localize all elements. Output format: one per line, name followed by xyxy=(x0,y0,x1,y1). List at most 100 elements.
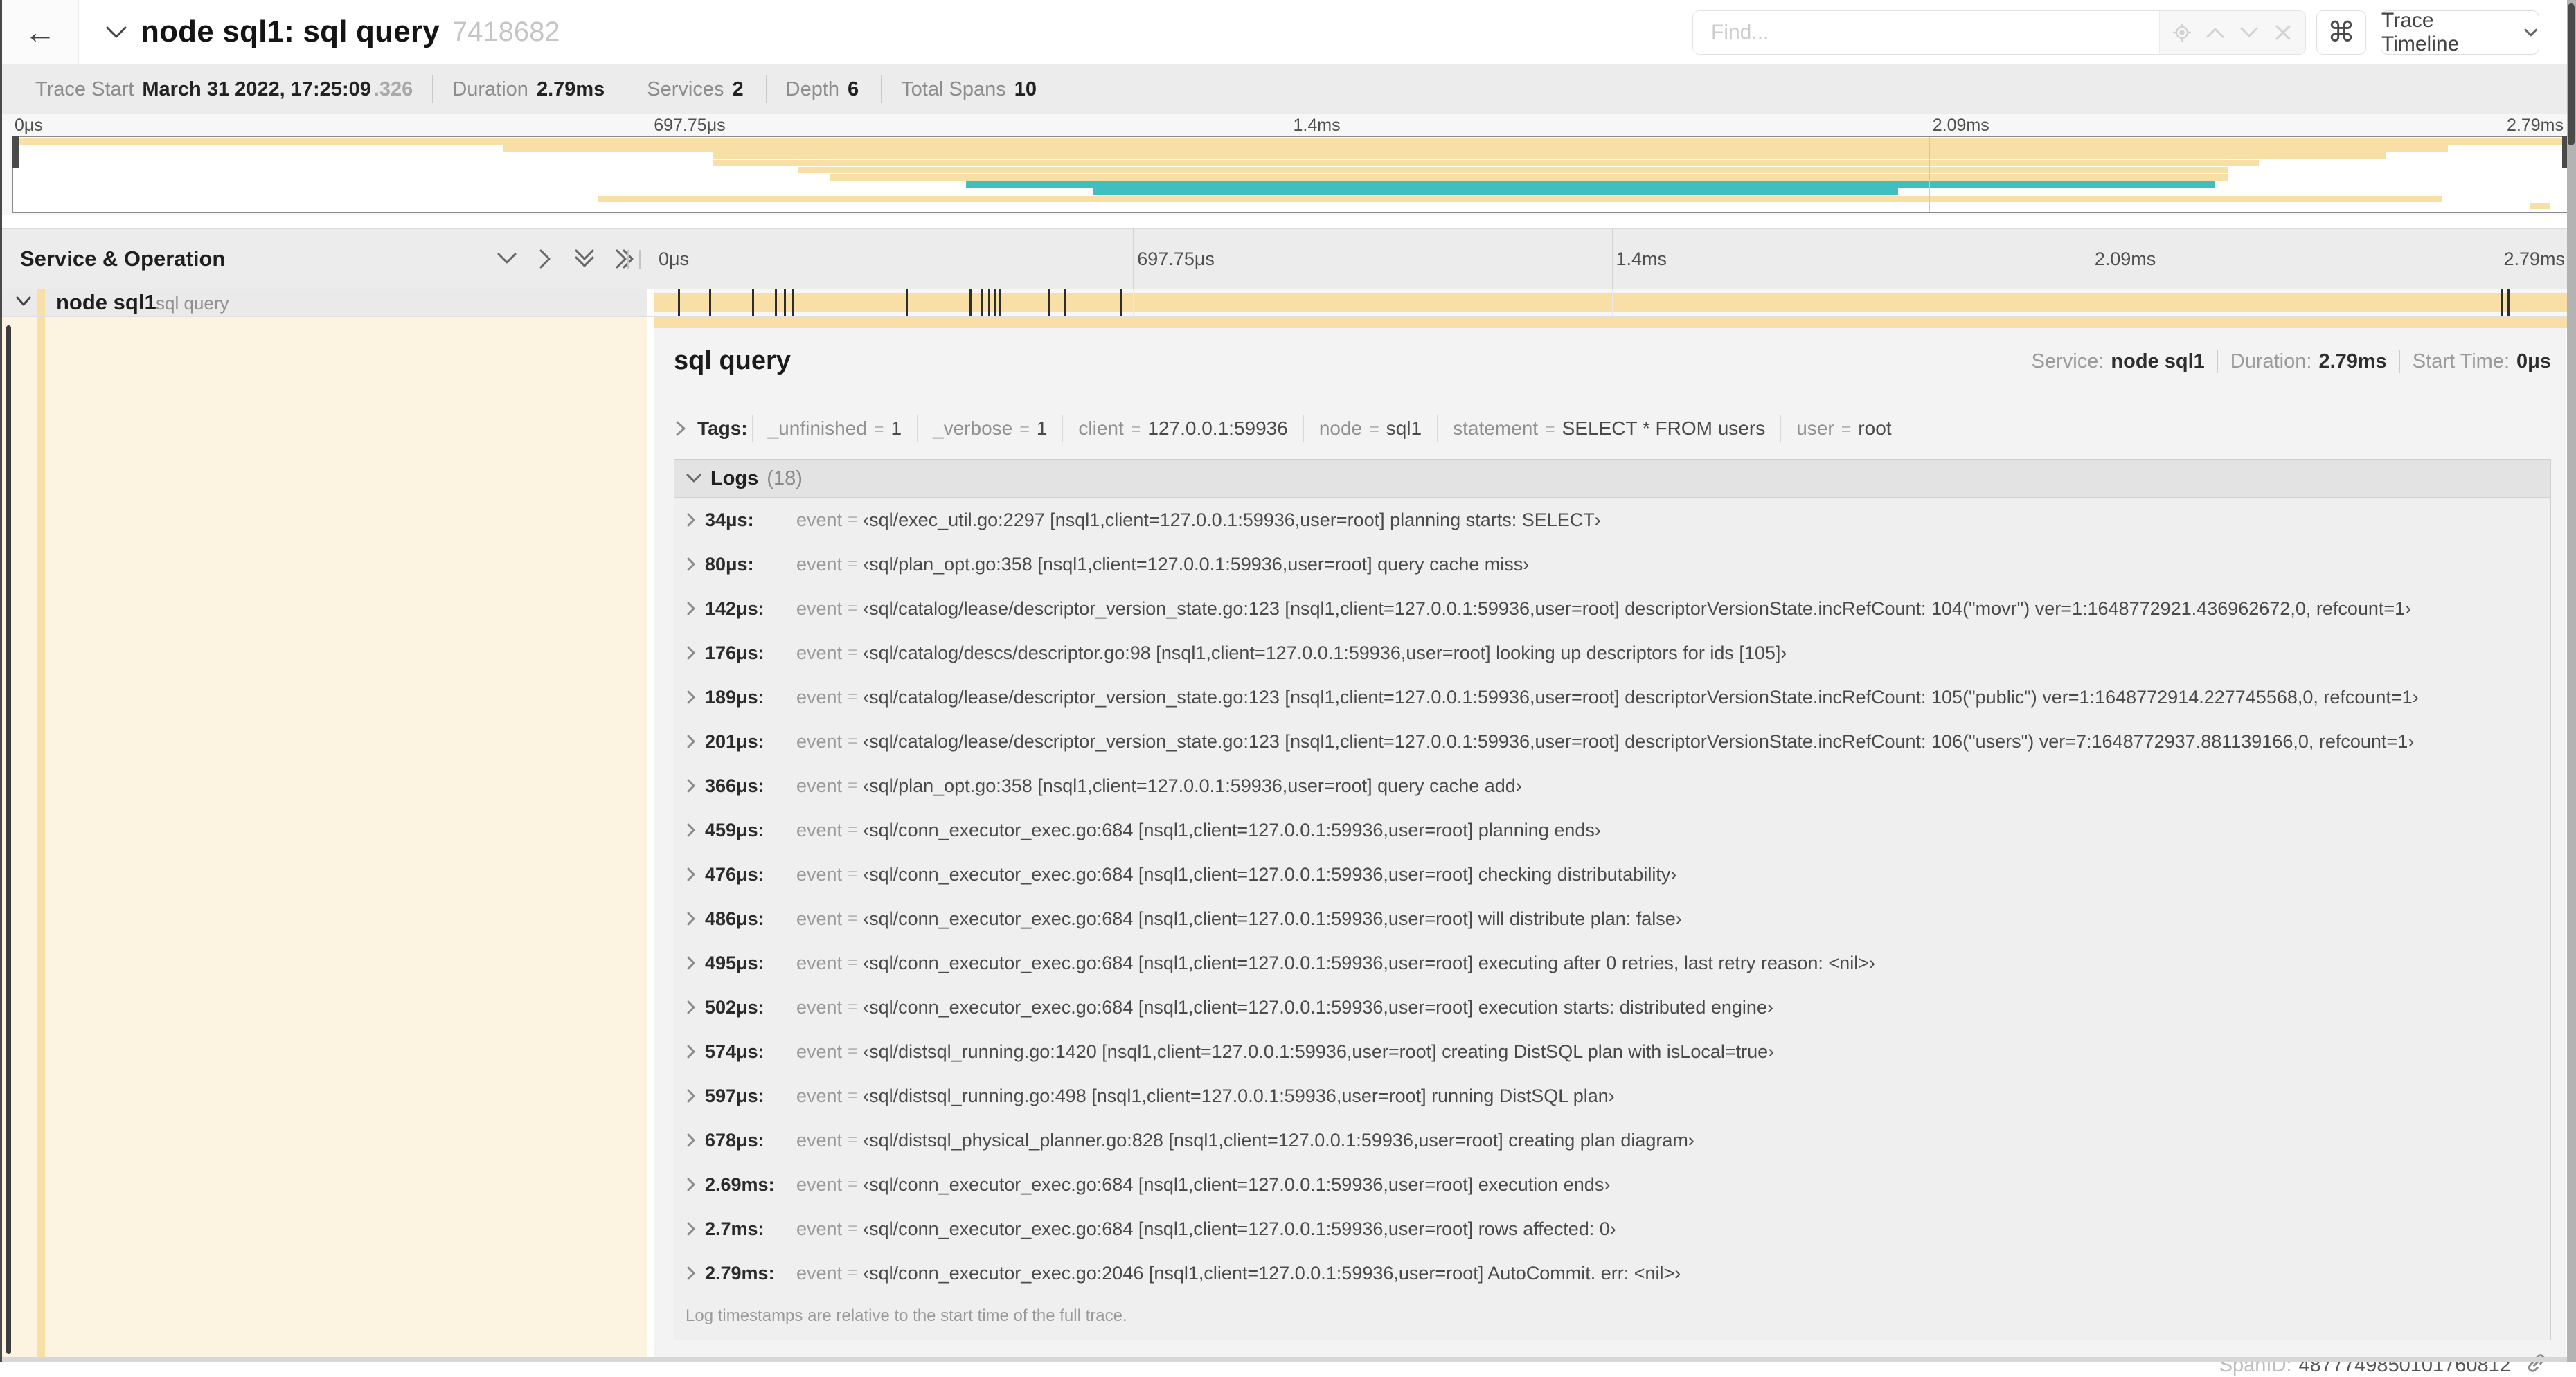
summary-value: 10 xyxy=(1014,78,1037,100)
chevron-right-icon xyxy=(687,823,695,837)
summary-item: Duration 2.79ms xyxy=(432,75,627,103)
log-entry[interactable]: 366μs: event = ‹sql/plan_opt.go:358 [nsq… xyxy=(674,764,2550,808)
summary-value: 6 xyxy=(848,78,859,100)
log-tick xyxy=(1119,289,1122,316)
span-row[interactable]: node sql1 sql query xyxy=(2,289,2576,317)
log-entry[interactable]: 476μs: event = ‹sql/conn_executor_exec.g… xyxy=(674,852,2550,897)
chevron-right-icon xyxy=(687,602,695,615)
log-entry[interactable]: 2.79ms: event = ‹sql/conn_executor_exec.… xyxy=(674,1251,2550,1295)
locate-icon[interactable] xyxy=(2170,21,2194,44)
axis-tick-label: 697.75μs xyxy=(1137,249,1215,269)
expand-one-icon[interactable] xyxy=(537,247,555,271)
collapse-one-icon[interactable] xyxy=(495,250,519,268)
log-field-key: event xyxy=(796,509,843,530)
summary-item: Trace Start March 31 2022, 17:25:09 .326 xyxy=(16,75,432,103)
log-entry[interactable]: 597μs: event = ‹sql/distsql_running.go:4… xyxy=(674,1074,2550,1118)
log-tick xyxy=(709,289,712,316)
log-entry[interactable]: 34μs: event = ‹sql/exec_util.go:2297 [ns… xyxy=(674,498,2550,542)
tag-value: root xyxy=(1858,417,1892,439)
log-field-key: event xyxy=(796,553,843,575)
tag-value: sql1 xyxy=(1386,417,1422,439)
equals-sign: = xyxy=(848,555,858,573)
tag-item: node = sql1 xyxy=(1303,415,1437,442)
log-tick xyxy=(775,289,778,316)
span-row-name-column[interactable]: node sql1 sql query xyxy=(2,289,647,316)
log-tick xyxy=(969,289,972,316)
prev-match-icon[interactable] xyxy=(2203,21,2227,44)
collapse-all-icon[interactable] xyxy=(573,248,596,270)
chevron-right-icon xyxy=(687,646,695,660)
log-entry[interactable]: 574μs: event = ‹sql/distsql_running.go:1… xyxy=(674,1029,2550,1074)
log-entry[interactable]: 2.69ms: event = ‹sql/conn_executor_exec.… xyxy=(674,1162,2550,1207)
log-entry[interactable]: 80μs: event = ‹sql/plan_opt.go:358 [nsql… xyxy=(674,542,2550,586)
summary-label: Services xyxy=(647,78,724,100)
gridline xyxy=(1929,137,1930,212)
log-entry[interactable]: 176μs: event = ‹sql/catalog/descs/descri… xyxy=(674,631,2550,675)
log-field-key: event xyxy=(796,908,843,929)
trace-timeline-page: ← node sql1: sql query 7418682 Find... ⌘… xyxy=(0,0,2576,1376)
log-field-value: ‹sql/exec_util.go:2297 [nsql1,client=127… xyxy=(863,509,1601,530)
tags-row[interactable]: Tags: _unfinished = 1 _verbose = 1 clien… xyxy=(674,415,2551,442)
duration-value: 2.79ms xyxy=(2318,350,2387,372)
clear-search-icon[interactable] xyxy=(2271,21,2295,44)
tag-value: 127.0.0.1:59936 xyxy=(1147,417,1288,439)
deep-link-icon[interactable] xyxy=(2525,1351,2548,1375)
log-entry[interactable]: 486μs: event = ‹sql/conn_executor_exec.g… xyxy=(674,897,2550,941)
timeline-minimap: 0μs 697.75μs 1.4ms 2.09ms 2.79ms xyxy=(2,114,2576,215)
log-timestamp: 189μs: xyxy=(705,686,764,708)
minimap-span-bar xyxy=(2529,203,2550,210)
column-resizer[interactable] xyxy=(627,250,641,269)
gridline xyxy=(1611,289,1613,316)
log-entry[interactable]: 2.7ms: event = ‹sql/conn_executor_exec.g… xyxy=(674,1207,2550,1251)
log-field-key: event xyxy=(796,1129,843,1151)
log-field-value: ‹sql/conn_executor_exec.go:684 [nsql1,cl… xyxy=(863,863,1677,885)
summary-label: Total Spans xyxy=(901,78,1006,100)
chevron-right-icon xyxy=(687,912,695,926)
equals-sign: = xyxy=(848,998,858,1016)
log-entry[interactable]: 502μs: event = ‹sql/conn_executor_exec.g… xyxy=(674,985,2550,1029)
left-scrollbar-thumb[interactable] xyxy=(6,325,11,1354)
minimap-axis: 0μs 697.75μs 1.4ms 2.09ms 2.79ms xyxy=(10,116,2568,135)
view-options-dropdown[interactable]: Trace Timeline xyxy=(2381,9,2539,55)
back-button[interactable]: ← xyxy=(2,0,79,64)
log-tick xyxy=(987,289,990,316)
log-entry[interactable]: 142μs: event = ‹sql/catalog/lease/descri… xyxy=(674,586,2550,631)
chevron-right-icon xyxy=(687,1000,695,1014)
span-operation-name: sql query xyxy=(156,293,229,314)
scrollbar-track[interactable] xyxy=(2567,0,2576,1362)
log-field-key: event xyxy=(796,1041,843,1062)
tag-item: _unfinished = 1 xyxy=(751,415,917,442)
keyboard-shortcuts-button[interactable]: ⌘ xyxy=(2316,10,2366,55)
log-field-key: event xyxy=(796,1085,843,1106)
log-entry[interactable]: 201μs: event = ‹sql/catalog/lease/descri… xyxy=(674,719,2550,764)
span-color-stripe xyxy=(37,317,45,1357)
log-timestamp: 486μs: xyxy=(705,908,764,929)
span-row-timeline[interactable] xyxy=(654,289,2569,316)
log-entry[interactable]: 678μs: event = ‹sql/distsql_physical_pla… xyxy=(674,1118,2550,1162)
log-field-value: ‹sql/conn_executor_exec.go:684 [nsql1,cl… xyxy=(863,952,1875,973)
chevron-right-icon[interactable] xyxy=(674,420,688,438)
log-entry[interactable]: 459μs: event = ‹sql/conn_executor_exec.g… xyxy=(674,808,2550,852)
log-timestamp: 574μs: xyxy=(705,1041,764,1062)
tag-item: client = 127.0.0.1:59936 xyxy=(1062,415,1303,442)
log-entry[interactable]: 189μs: event = ‹sql/catalog/lease/descri… xyxy=(674,675,2550,719)
minimap-left-scrubber[interactable] xyxy=(12,136,19,168)
equals-sign: = xyxy=(848,820,858,839)
minimap-span-bar xyxy=(598,195,2443,202)
chevron-down-icon[interactable] xyxy=(105,24,128,40)
equals-sign: = xyxy=(848,1086,858,1105)
bottom-edge xyxy=(2,1357,2576,1362)
service-operation-header: Service & Operation xyxy=(20,246,226,271)
next-match-icon[interactable] xyxy=(2237,21,2261,44)
find-input[interactable] xyxy=(1693,11,2159,54)
minimap-span-bar xyxy=(830,174,2228,181)
log-entry[interactable]: 495μs: event = ‹sql/conn_executor_exec.g… xyxy=(674,941,2550,985)
chevron-down-icon[interactable] xyxy=(15,294,33,308)
minimap-canvas[interactable] xyxy=(12,136,2569,213)
log-field-value: ‹sql/conn_executor_exec.go:2046 [nsql1,c… xyxy=(863,1262,1681,1284)
scrollbar-thumb[interactable] xyxy=(2568,3,2575,145)
log-field-key: event xyxy=(796,686,843,708)
logs-header[interactable]: Logs (18) xyxy=(674,460,2550,498)
log-tick xyxy=(2501,289,2503,316)
log-timestamp: 366μs: xyxy=(705,775,764,796)
